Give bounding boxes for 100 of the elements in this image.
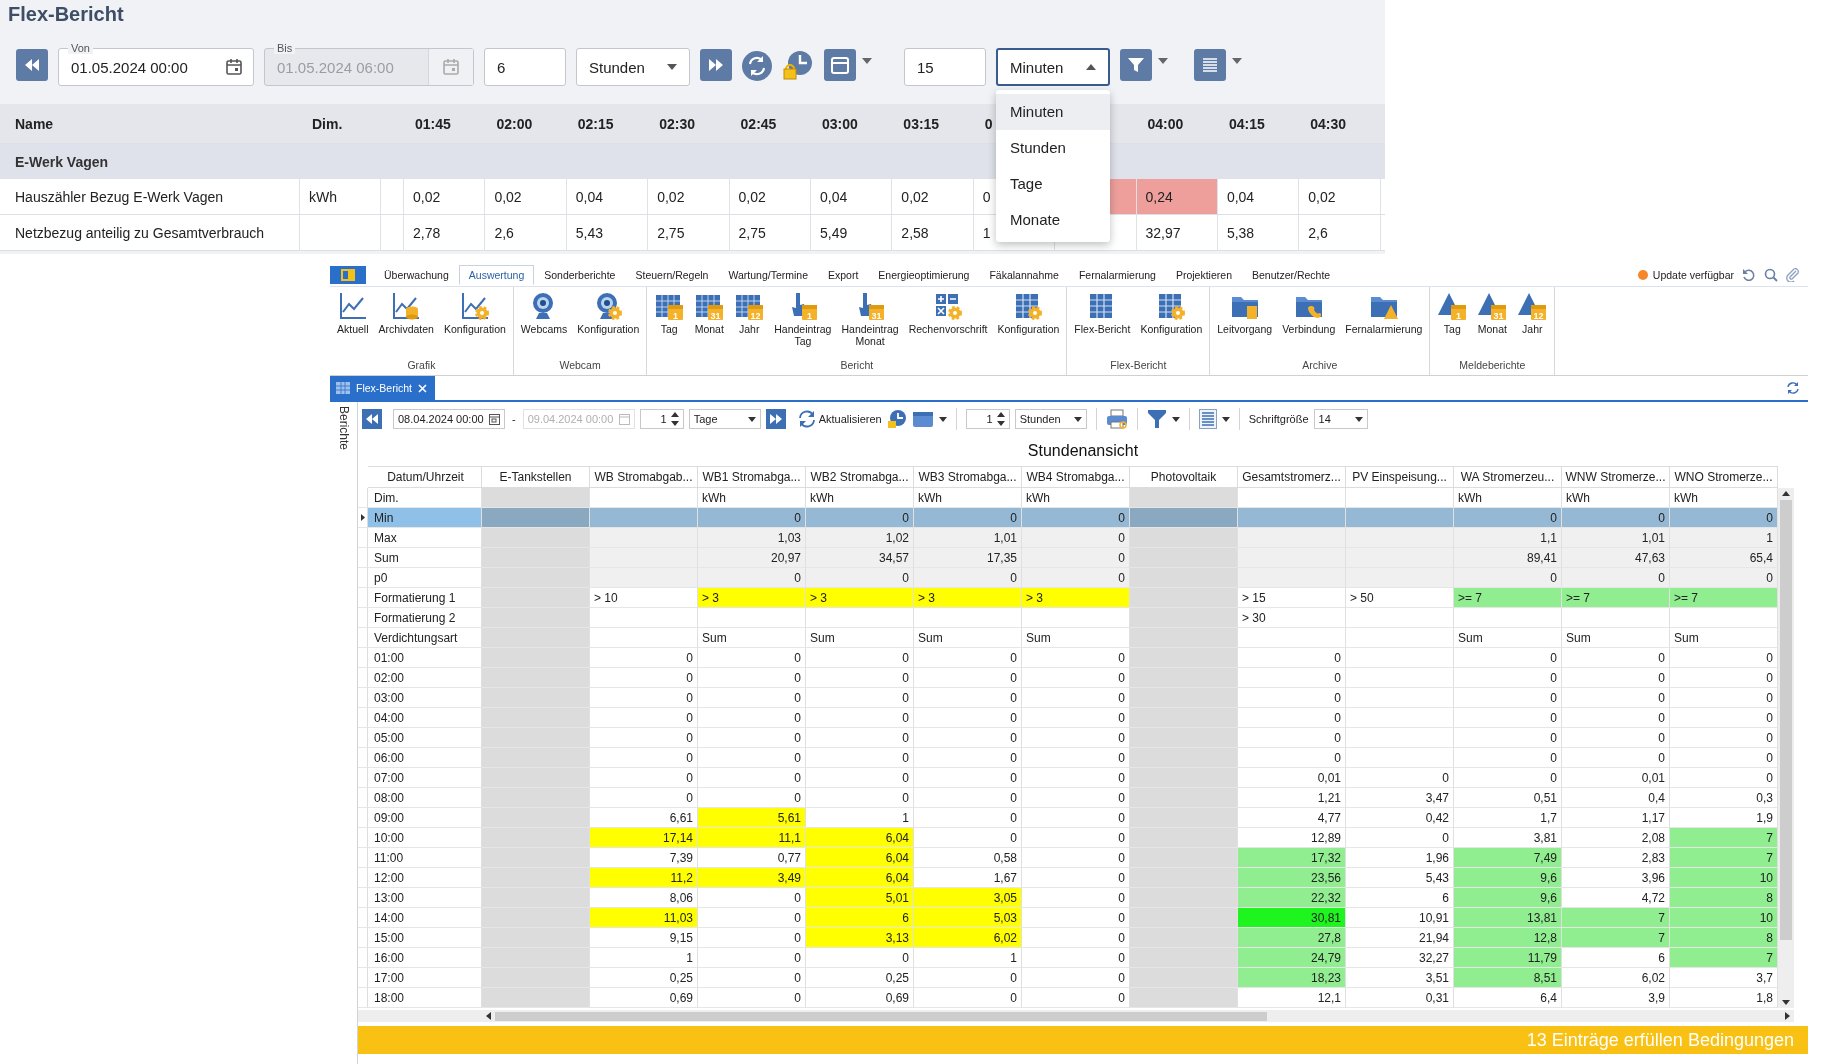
- print-icon[interactable]: [1105, 409, 1128, 429]
- scroll-up-icon[interactable]: [1782, 491, 1790, 496]
- list-button[interactable]: [1194, 49, 1226, 81]
- unit-select[interactable]: Tage: [688, 409, 761, 429]
- scroll-right-icon[interactable]: [1785, 1012, 1790, 1020]
- clock-lock-icon[interactable]: [886, 409, 907, 429]
- rewind-button[interactable]: [16, 49, 48, 81]
- column-header[interactable]: Datum/Uhrzeit: [368, 466, 482, 488]
- ribbon-button[interactable]: Flex-Bericht: [1071, 291, 1134, 353]
- refresh-icon[interactable]: [1786, 381, 1800, 395]
- rewind-button[interactable]: [362, 409, 382, 429]
- column-header[interactable]: WB3 Stromabga...: [914, 466, 1022, 488]
- row-header[interactable]: 09:00: [368, 808, 482, 828]
- ribbon-button[interactable]: 31 Handeintrag Monat: [838, 291, 902, 353]
- row-header[interactable]: Dim.: [368, 488, 482, 508]
- scroll-left-icon[interactable]: [486, 1012, 491, 1020]
- row-header[interactable]: 08:00: [368, 788, 482, 808]
- ribbon-tab[interactable]: Steuern/Regeln: [625, 265, 719, 285]
- column-header[interactable]: WB1 Stromabga...: [698, 466, 806, 488]
- row-header[interactable]: 02:00: [368, 668, 482, 688]
- row-header[interactable]: Formatierung 2: [368, 608, 482, 628]
- column-header[interactable]: WB2 Stromabga...: [806, 466, 914, 488]
- filter-button[interactable]: [1120, 49, 1152, 81]
- calendar-icon[interactable]: [225, 58, 243, 76]
- ribbon-button[interactable]: Rechenvorschrift: [905, 291, 991, 353]
- caret-icon[interactable]: [938, 416, 947, 422]
- row-header[interactable]: Max: [368, 528, 482, 548]
- forward-button[interactable]: [700, 49, 732, 81]
- side-tab[interactable]: Berichte: [336, 406, 351, 454]
- ribbon-button[interactable]: Aktuell: [334, 291, 372, 353]
- row-header[interactable]: 11:00: [368, 848, 482, 868]
- row-header[interactable]: 07:00: [368, 768, 482, 788]
- date-field[interactable]: 08.04.2024 00:00: [393, 409, 505, 429]
- row-header[interactable]: 05:00: [368, 728, 482, 748]
- row-header[interactable]: 06:00: [368, 748, 482, 768]
- row-header[interactable]: 03:00: [368, 688, 482, 708]
- search-icon[interactable]: [1764, 268, 1778, 282]
- row-header[interactable]: p0: [368, 568, 482, 588]
- row-header[interactable]: 15:00: [368, 928, 482, 948]
- ribbon-button[interactable]: 12 Jahr: [731, 291, 768, 353]
- calendar-icon[interactable]: [489, 413, 500, 425]
- ribbon-button[interactable]: Fernalarmierung: [1342, 291, 1426, 353]
- row-header[interactable]: 12:00: [368, 868, 482, 888]
- ribbon-button[interactable]: Archivdaten: [375, 291, 437, 353]
- ribbon-button[interactable]: Konfiguration: [1137, 291, 1206, 353]
- ribbon-tab[interactable]: Energieoptimierung: [868, 265, 980, 285]
- ribbon-button[interactable]: 1 Tag: [651, 291, 688, 353]
- row-header[interactable]: Verdichtungsart: [368, 628, 482, 648]
- ribbon-button[interactable]: 31 Monat: [1474, 291, 1511, 353]
- ribbon-tab[interactable]: Benutzer/Rechte: [1241, 265, 1341, 285]
- ribbon-tab[interactable]: Sonderberichte: [534, 265, 626, 285]
- update-notice[interactable]: Update verfügbar: [1652, 269, 1734, 281]
- ribbon-tab[interactable]: Überwachung: [374, 265, 459, 285]
- vertical-scrollbar[interactable]: [1778, 488, 1794, 1008]
- calendar-icon[interactable]: [911, 410, 934, 428]
- row-header[interactable]: 18:00: [368, 988, 482, 1008]
- scroll-down-icon[interactable]: [1782, 1000, 1790, 1005]
- refresh-button[interactable]: Aktualisieren: [796, 410, 882, 428]
- ribbon-button[interactable]: Konfiguration: [440, 291, 509, 353]
- spinner-field[interactable]: 1: [965, 409, 1010, 429]
- column-header[interactable]: WB Stromabgab...: [590, 466, 698, 488]
- menu-item[interactable]: Stunden: [996, 130, 1110, 166]
- calendar-button[interactable]: [824, 49, 856, 81]
- refresh-icon[interactable]: [1742, 268, 1756, 282]
- caret-icon[interactable]: [1221, 416, 1230, 422]
- font-size-select[interactable]: 14: [1313, 409, 1368, 429]
- ribbon-tab[interactable]: Export: [818, 265, 869, 285]
- clock-lock-icon[interactable]: [782, 49, 814, 81]
- paperclip-icon[interactable]: [1786, 268, 1800, 282]
- unit-select[interactable]: Stunden: [1014, 409, 1087, 429]
- menu-item[interactable]: Minuten: [996, 94, 1110, 130]
- caret-icon[interactable]: [1171, 416, 1180, 422]
- ribbon-button[interactable]: Webcams: [517, 291, 571, 353]
- unit-select[interactable]: Minuten: [996, 48, 1110, 86]
- ribbon-button[interactable]: 1 Tag: [1434, 291, 1471, 353]
- count-field[interactable]: 15: [904, 48, 986, 86]
- row-header[interactable]: 10:00: [368, 828, 482, 848]
- ribbon-tab[interactable]: Auswertung: [458, 265, 535, 285]
- document-tab[interactable]: Flex-Bericht: [330, 376, 435, 400]
- ribbon-button[interactable]: 1 Handeintrag Tag: [771, 291, 835, 353]
- spin-arrows-icon[interactable]: [670, 412, 679, 426]
- column-header[interactable]: WNO Stromerze...: [1670, 466, 1778, 488]
- spin-arrows-icon[interactable]: [996, 412, 1005, 426]
- row-header[interactable]: 13:00: [368, 888, 482, 908]
- column-header[interactable]: Gesamtstromerz...: [1238, 466, 1346, 488]
- row-header[interactable]: 01:00: [368, 648, 482, 668]
- row-header[interactable]: 17:00: [368, 968, 482, 988]
- count-field[interactable]: 6: [484, 48, 566, 86]
- app-menu-button[interactable]: [330, 266, 366, 284]
- row-header[interactable]: 04:00: [368, 708, 482, 728]
- row-header[interactable]: Sum: [368, 548, 482, 568]
- column-header[interactable]: Photovoltaik: [1130, 466, 1238, 488]
- ribbon-button[interactable]: 31 Monat: [691, 291, 728, 353]
- ribbon-tab[interactable]: Wartung/Termine: [718, 265, 818, 285]
- filter-icon[interactable]: [1146, 409, 1167, 429]
- menu-item[interactable]: Tage: [996, 166, 1110, 202]
- row-header[interactable]: 14:00: [368, 908, 482, 928]
- ribbon-tab[interactable]: Projektieren: [1165, 265, 1242, 285]
- row-header[interactable]: Formatierung 1: [368, 588, 482, 608]
- spinner-field[interactable]: 1: [639, 409, 684, 429]
